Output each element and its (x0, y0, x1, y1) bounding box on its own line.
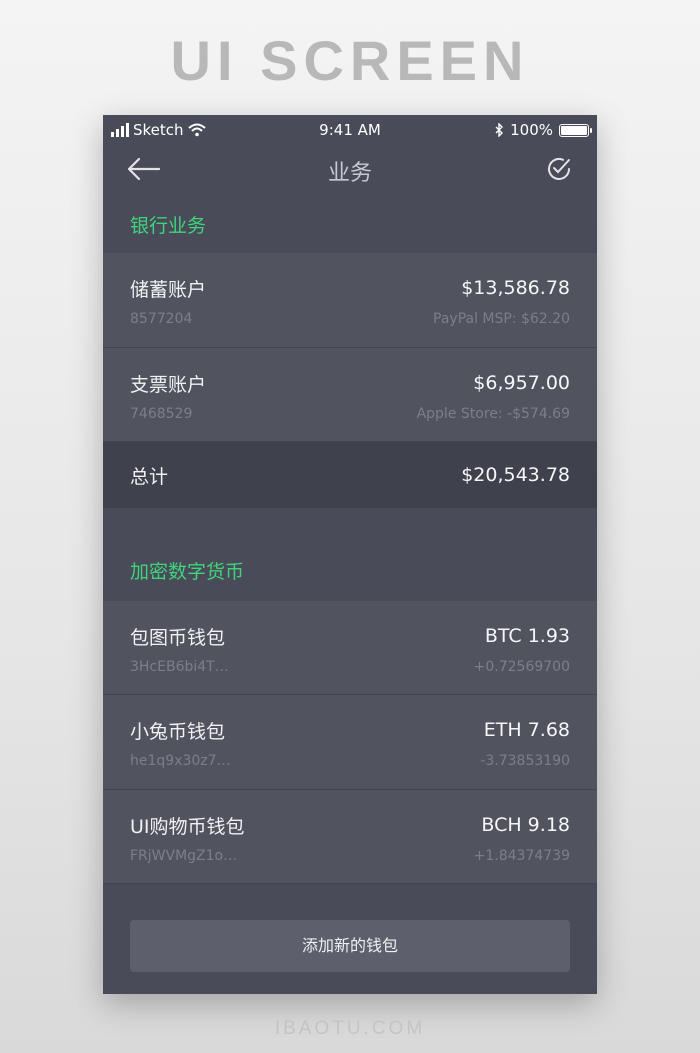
bank-section-title: 银行业务 (130, 215, 207, 237)
account-balance: $13,586.78 (461, 277, 570, 299)
wallet-balance: BTC 1.93 (484, 625, 570, 647)
account-number: 8577204 (130, 311, 193, 327)
add-wallet-button[interactable]: 添加新的钱包 (130, 920, 570, 972)
bluetooth-icon (495, 123, 504, 137)
battery-icon (559, 123, 592, 137)
nav-bar: 业务 (103, 143, 597, 197)
footer-watermark: IBAOTU.COM (274, 1018, 426, 1039)
wallet-row-eth[interactable]: 小兔币钱包 he1q9x30z7… ETH 7.68 -3.73853190 (103, 695, 597, 790)
wallet-name: UI购物币钱包 (130, 816, 245, 838)
wallet-change: -3.73853190 (480, 753, 570, 769)
wallet-change: +0.72569700 (473, 659, 570, 675)
total-amount: $20,543.78 (461, 464, 570, 486)
account-name: 支票账户 (130, 374, 207, 396)
page-title: 业务 (327, 161, 372, 186)
wallet-balance: BCH 9.18 (481, 814, 570, 836)
wallet-name: 小兔币钱包 (130, 721, 226, 743)
wallet-balance: ETH 7.68 (483, 719, 570, 741)
crypto-section-title: 加密数字货币 (130, 561, 245, 583)
battery-label: 100% (510, 121, 553, 139)
account-note: Apple Store: -$574.69 (416, 406, 570, 422)
wallet-name: 包图币钱包 (130, 627, 226, 649)
status-bar: Sketch 9:41 AM 100% (103, 115, 597, 143)
check-circle-icon[interactable] (545, 155, 573, 183)
wallet-address: he1q9x30z7… (130, 753, 231, 769)
wallet-change: +1.84374739 (473, 848, 570, 864)
wallet-address: FRjWVMgZ1o… (130, 848, 238, 864)
account-number: 7468529 (130, 406, 193, 422)
wallet-row-bch[interactable]: UI购物币钱包 FRjWVMgZ1o… BCH 9.18 +1.84374739 (103, 790, 597, 884)
total-row: 总计 $20,543.78 (103, 442, 597, 508)
account-row-savings[interactable]: 储蓄账户 8577204 $13,586.78 PayPal MSP: $62.… (103, 253, 597, 348)
account-note: PayPal MSP: $62.20 (433, 311, 570, 327)
wallet-row-btc[interactable]: 包图币钱包 3HcEB6bi4T… BTC 1.93 +0.72569700 (103, 601, 597, 695)
phone-screen: Sketch 9:41 AM 100% 业务 银行业务 储蓄账户 8577204… (103, 115, 597, 994)
total-label: 总计 (130, 466, 169, 488)
status-right: 100% (494, 121, 592, 139)
account-row-checking[interactable]: 支票账户 7468529 $6,957.00 Apple Store: -$57… (103, 348, 597, 442)
account-name: 储蓄账户 (130, 279, 207, 301)
banner-title: UI SCREEN (170, 29, 530, 92)
wallet-address: 3HcEB6bi4T… (130, 659, 229, 675)
account-balance: $6,957.00 (473, 372, 570, 394)
